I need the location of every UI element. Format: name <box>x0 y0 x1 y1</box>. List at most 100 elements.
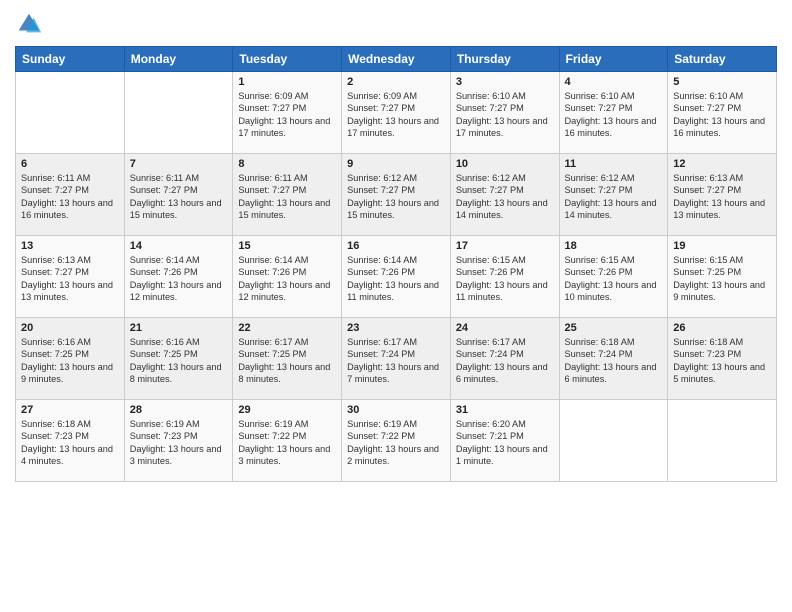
day-info: Sunrise: 6:13 AM Sunset: 7:27 PM Dayligh… <box>673 172 771 222</box>
calendar-cell: 3Sunrise: 6:10 AM Sunset: 7:27 PM Daylig… <box>450 72 559 154</box>
day-info: Sunrise: 6:14 AM Sunset: 7:26 PM Dayligh… <box>130 254 228 304</box>
day-info: Sunrise: 6:18 AM Sunset: 7:23 PM Dayligh… <box>673 336 771 386</box>
calendar-cell: 5 Sunrise: 6:10 AM Sunset: 7:27 PM Daylig… <box>668 72 777 154</box>
day-number: 19 <box>673 240 771 252</box>
day-number: 4 <box>565 76 663 88</box>
logo-icon <box>15 10 43 38</box>
day-info: Sunrise: 6:19 AM Sunset: 7:22 PM Dayligh… <box>238 418 336 468</box>
day-info: Sunrise: 6:15 AM Sunset: 7:25 PM Dayligh… <box>673 254 771 304</box>
calendar-cell: 13 Sunrise: 6:13 AM Sunset: 7:27 PM Dayli… <box>16 236 125 318</box>
day-info: Sunrise: 6:12 AM Sunset: 7:27 PM Dayligh… <box>347 172 445 222</box>
day-info: Sunrise: 6:11 AM Sunset: 7:27 PM Dayligh… <box>130 172 228 222</box>
day-number: 13 <box>21 240 119 252</box>
day-number: 24 <box>456 322 554 334</box>
day-number: 6 <box>21 158 119 170</box>
day-info: Sunrise: 6:10 AM Sunset: 7:27 PM Dayligh… <box>673 90 771 140</box>
calendar-cell: 8 Sunrise: 6:11 AM Sunset: 7:27 PM Daylig… <box>233 154 342 236</box>
calendar-week-row: 27 Sunrise: 6:18 AM Sunset: 7:23 PM Dayli… <box>16 400 777 482</box>
calendar-cell <box>559 400 668 482</box>
day-info: Sunrise: 6:11 AM Sunset: 7:27 PM Dayligh… <box>238 172 336 222</box>
day-info: Sunrise: 6:19 AM Sunset: 7:22 PM Dayligh… <box>347 418 445 468</box>
day-number: 7 <box>130 158 228 170</box>
day-info: Sunrise: 6:09 AM Sunset: 7:27 PM Dayligh… <box>347 90 445 140</box>
day-number: 18 <box>565 240 663 252</box>
calendar-week-row: 13 Sunrise: 6:13 AM Sunset: 7:27 PM Dayli… <box>16 236 777 318</box>
day-info: Sunrise: 6:15 AM Sunset: 7:26 PM Dayligh… <box>565 254 663 304</box>
calendar-cell: 24Sunrise: 6:17 AM Sunset: 7:24 PM Dayli… <box>450 318 559 400</box>
weekday-header: Sunday <box>16 47 125 72</box>
day-info: Sunrise: 6:13 AM Sunset: 7:27 PM Dayligh… <box>21 254 119 304</box>
calendar-cell: 10 Sunrise: 6:12 AM Sunset: 7:27 PM Dayli… <box>450 154 559 236</box>
calendar-cell: 19 Sunrise: 6:15 AM Sunset: 7:25 PM Dayli… <box>668 236 777 318</box>
calendar-cell: 16 Sunrise: 6:14 AM Sunset: 7:26 PM Dayli… <box>342 236 451 318</box>
day-info: Sunrise: 6:10 AM Sunset: 7:27 PM Dayligh… <box>456 90 554 140</box>
day-number: 8 <box>238 158 336 170</box>
day-info: Sunrise: 6:19 AM Sunset: 7:23 PM Dayligh… <box>130 418 228 468</box>
calendar-table: SundayMondayTuesdayWednesdayThursdayFrid… <box>15 46 777 482</box>
calendar-cell: 31 Sunrise: 6:20 AM Sunset: 7:21 PM Dayli… <box>450 400 559 482</box>
calendar-cell: 22 Sunrise: 6:17 AM Sunset: 7:25 PM Dayli… <box>233 318 342 400</box>
calendar-cell: 2 Sunrise: 6:09 AM Sunset: 7:27 PM Daylig… <box>342 72 451 154</box>
calendar-cell: 9Sunrise: 6:12 AM Sunset: 7:27 PM Daylig… <box>342 154 451 236</box>
day-number: 12 <box>673 158 771 170</box>
calendar-cell: 18 Sunrise: 6:15 AM Sunset: 7:26 PM Dayli… <box>559 236 668 318</box>
day-number: 28 <box>130 404 228 416</box>
calendar-cell: 4 Sunrise: 6:10 AM Sunset: 7:27 PM Daylig… <box>559 72 668 154</box>
day-number: 27 <box>21 404 119 416</box>
day-number: 2 <box>347 76 445 88</box>
day-number: 10 <box>456 158 554 170</box>
day-number: 22 <box>238 322 336 334</box>
day-number: 1 <box>238 76 336 88</box>
day-info: Sunrise: 6:18 AM Sunset: 7:24 PM Dayligh… <box>565 336 663 386</box>
calendar-cell: 29Sunrise: 6:19 AM Sunset: 7:22 PM Dayli… <box>233 400 342 482</box>
day-number: 14 <box>130 240 228 252</box>
day-info: Sunrise: 6:11 AM Sunset: 7:27 PM Dayligh… <box>21 172 119 222</box>
day-number: 16 <box>347 240 445 252</box>
calendar-cell <box>124 72 233 154</box>
calendar-cell: 26 Sunrise: 6:18 AM Sunset: 7:23 PM Dayli… <box>668 318 777 400</box>
day-number: 25 <box>565 322 663 334</box>
calendar-cell: 21 Sunrise: 6:16 AM Sunset: 7:25 PM Dayli… <box>124 318 233 400</box>
calendar-cell <box>16 72 125 154</box>
calendar-week-row: 1 Sunrise: 6:09 AM Sunset: 7:27 PM Daylig… <box>16 72 777 154</box>
calendar-cell: 30 Sunrise: 6:19 AM Sunset: 7:22 PM Dayli… <box>342 400 451 482</box>
calendar-cell: 11 Sunrise: 6:12 AM Sunset: 7:27 PM Dayli… <box>559 154 668 236</box>
day-info: Sunrise: 6:12 AM Sunset: 7:27 PM Dayligh… <box>456 172 554 222</box>
logo <box>15 10 47 38</box>
day-info: Sunrise: 6:10 AM Sunset: 7:27 PM Dayligh… <box>565 90 663 140</box>
day-info: Sunrise: 6:17 AM Sunset: 7:25 PM Dayligh… <box>238 336 336 386</box>
day-info: Sunrise: 6:16 AM Sunset: 7:25 PM Dayligh… <box>21 336 119 386</box>
calendar-cell: 28 Sunrise: 6:19 AM Sunset: 7:23 PM Dayli… <box>124 400 233 482</box>
day-number: 17 <box>456 240 554 252</box>
day-info: Sunrise: 6:20 AM Sunset: 7:21 PM Dayligh… <box>456 418 554 468</box>
day-number: 30 <box>347 404 445 416</box>
calendar-cell: 27 Sunrise: 6:18 AM Sunset: 7:23 PM Dayli… <box>16 400 125 482</box>
calendar-cell <box>668 400 777 482</box>
weekday-header: Friday <box>559 47 668 72</box>
calendar-cell: 14 Sunrise: 6:14 AM Sunset: 7:26 PM Dayli… <box>124 236 233 318</box>
page-header <box>15 10 777 38</box>
day-number: 23 <box>347 322 445 334</box>
day-number: 26 <box>673 322 771 334</box>
day-info: Sunrise: 6:18 AM Sunset: 7:23 PM Dayligh… <box>21 418 119 468</box>
weekday-header: Wednesday <box>342 47 451 72</box>
calendar-cell: 6 Sunrise: 6:11 AM Sunset: 7:27 PM Daylig… <box>16 154 125 236</box>
day-number: 11 <box>565 158 663 170</box>
day-info: Sunrise: 6:12 AM Sunset: 7:27 PM Dayligh… <box>565 172 663 222</box>
weekday-header: Saturday <box>668 47 777 72</box>
weekday-header: Thursday <box>450 47 559 72</box>
day-number: 21 <box>130 322 228 334</box>
day-info: Sunrise: 6:16 AM Sunset: 7:25 PM Dayligh… <box>130 336 228 386</box>
day-info: Sunrise: 6:15 AM Sunset: 7:26 PM Dayligh… <box>456 254 554 304</box>
day-number: 31 <box>456 404 554 416</box>
calendar-cell: 17 Sunrise: 6:15 AM Sunset: 7:26 PM Dayli… <box>450 236 559 318</box>
calendar-cell: 7 Sunrise: 6:11 AM Sunset: 7:27 PM Daylig… <box>124 154 233 236</box>
calendar-cell: 25 Sunrise: 6:18 AM Sunset: 7:24 PM Dayli… <box>559 318 668 400</box>
day-info: Sunrise: 6:14 AM Sunset: 7:26 PM Dayligh… <box>347 254 445 304</box>
day-info: Sunrise: 6:14 AM Sunset: 7:26 PM Dayligh… <box>238 254 336 304</box>
calendar-week-row: 6 Sunrise: 6:11 AM Sunset: 7:27 PM Daylig… <box>16 154 777 236</box>
day-info: Sunrise: 6:09 AM Sunset: 7:27 PM Dayligh… <box>238 90 336 140</box>
day-number: 15 <box>238 240 336 252</box>
day-number: 5 <box>673 76 771 88</box>
calendar-cell: 12 Sunrise: 6:13 AM Sunset: 7:27 PM Dayli… <box>668 154 777 236</box>
